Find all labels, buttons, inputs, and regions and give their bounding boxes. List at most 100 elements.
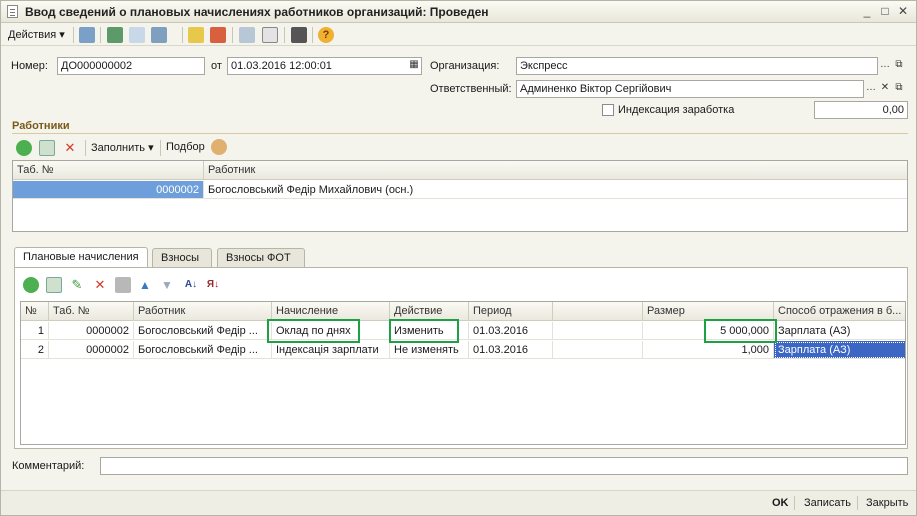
toolbar-separator <box>312 27 313 43</box>
copy-row-icon[interactable] <box>39 140 55 156</box>
accruals-panel: ✎ ✕ ▲ ▼ A↓ Я↓ № Таб. № Работник Начислен… <box>14 267 908 449</box>
ok-button[interactable]: OK <box>772 497 789 509</box>
maximize-button[interactable]: □ <box>877 4 893 20</box>
cell-reflection-method[interactable]: Зарплата (АЗ) <box>774 322 905 340</box>
close-button[interactable]: Закрыть <box>866 497 908 509</box>
indexation-field[interactable]: 0,00 <box>814 101 908 119</box>
responsible-label: Ответственный: <box>430 83 512 95</box>
move-down-icon[interactable]: ▼ <box>159 277 175 293</box>
fill-menu[interactable]: Заполнить ▾ <box>91 141 154 154</box>
toolbar-separator <box>85 140 86 156</box>
cell-tab-number[interactable]: 0000002 <box>13 181 204 199</box>
cell-reflection-method[interactable]: Зарплата (АЗ) <box>774 341 905 359</box>
move-up-icon[interactable]: ▲ <box>137 277 153 293</box>
refresh-icon[interactable] <box>107 27 123 43</box>
comment-field[interactable] <box>100 457 908 475</box>
column-header-worker[interactable]: Работник <box>134 302 272 321</box>
go-to-icon[interactable] <box>151 27 167 43</box>
section-divider <box>12 133 908 134</box>
post-and-close-icon[interactable] <box>79 27 95 43</box>
cell-action[interactable]: Изменить <box>390 322 469 340</box>
organization-select-button[interactable]: … <box>878 58 892 75</box>
cell-period[interactable]: 01.03.2016 <box>469 341 553 359</box>
close-window-button[interactable]: ✕ <box>895 4 911 20</box>
cell-extra[interactable] <box>553 322 643 340</box>
edit-icon[interactable]: ✎ <box>69 277 85 293</box>
bottom-bar: OK Записать Закрыть <box>1 490 916 515</box>
cell-accrual[interactable]: Оклад по днях <box>272 322 390 340</box>
add-icon[interactable] <box>23 277 39 293</box>
tab-contributions-fot[interactable]: Взносы ФОТ <box>217 248 305 267</box>
pick-button[interactable]: Подбор <box>166 141 205 153</box>
fill-menu-label: Заполнить <box>91 142 146 154</box>
delete-icon[interactable]: ✕ <box>62 140 78 156</box>
document-window: Ввод сведений о плановых начислениях раб… <box>0 0 917 516</box>
organization-label: Организация: <box>430 60 500 72</box>
title-bar: Ввод сведений о плановых начислениях раб… <box>1 1 916 23</box>
date-field[interactable]: 01.03.2016 12:00:01 <box>227 57 422 75</box>
print-icon[interactable] <box>262 27 278 43</box>
cell-accrual[interactable]: Індексація зарплати <box>272 341 390 359</box>
column-header-period[interactable]: Период <box>469 302 553 321</box>
responsible-open-button[interactable]: ⧉ <box>892 81 906 98</box>
copy-row-icon[interactable] <box>46 277 62 293</box>
clear-icon[interactable]: ✕ <box>878 81 892 98</box>
cell-size[interactable]: 5 000,000 <box>643 322 774 340</box>
toolbar-separator <box>232 27 233 43</box>
main-toolbar: Действия ▾ ? <box>1 24 916 46</box>
responsible-select-button[interactable]: … <box>864 81 878 98</box>
cell-number[interactable]: 2 <box>21 341 49 359</box>
cell-extra[interactable] <box>553 341 643 359</box>
cell-action[interactable]: Не изменять <box>390 341 469 359</box>
copy-icon[interactable] <box>129 27 145 43</box>
cell-tab-number[interactable]: 0000002 <box>49 341 134 359</box>
sort-descending-icon[interactable]: Я↓ <box>205 277 221 293</box>
number-field[interactable]: ДО000000002 <box>57 57 205 75</box>
post-document-icon[interactable] <box>188 27 204 43</box>
add-icon[interactable] <box>16 140 32 156</box>
unpost-document-icon[interactable] <box>210 27 226 43</box>
minimize-button[interactable]: _ <box>859 4 875 20</box>
organization-field[interactable]: Экспресс <box>516 57 878 75</box>
column-header-reflection-method[interactable]: Способ отражения в б... <box>774 302 905 321</box>
actions-menu-label: Действия <box>8 29 57 41</box>
cell-number[interactable]: 1 <box>21 322 49 340</box>
button-separator <box>794 496 795 510</box>
sort-ascending-icon[interactable]: A↓ <box>183 277 199 293</box>
accruals-table: № Таб. № Работник Начисление Действие Пе… <box>20 301 906 445</box>
column-header-size[interactable]: Размер <box>643 302 774 321</box>
column-header-tab-number[interactable]: Таб. № <box>49 302 134 321</box>
preview-icon[interactable] <box>239 27 255 43</box>
tab-planned-accruals[interactable]: Плановые начисления <box>14 247 148 268</box>
structure-icon[interactable] <box>291 27 307 43</box>
cell-tab-number[interactable]: 0000002 <box>49 322 134 340</box>
workers-section-title: Работники <box>12 120 70 132</box>
column-header-action[interactable]: Действие <box>390 302 469 321</box>
end-edit-icon[interactable] <box>115 277 131 293</box>
cell-size[interactable]: 1,000 <box>643 341 774 359</box>
tab-contributions[interactable]: Взносы <box>152 248 212 267</box>
cell-worker[interactable]: Богословський Федір ... <box>134 322 272 340</box>
column-header-accrual[interactable]: Начисление <box>272 302 390 321</box>
cell-worker-name[interactable]: Богословський Федір Михайлович (осн.) <box>204 181 907 199</box>
cell-worker[interactable]: Богословський Федір ... <box>134 341 272 359</box>
column-header-number[interactable]: № <box>21 302 49 321</box>
delete-icon[interactable]: ✕ <box>92 277 108 293</box>
column-header-tab-number[interactable]: Таб. № <box>13 161 204 180</box>
toolbar-separator <box>73 27 74 43</box>
cell-period[interactable]: 01.03.2016 <box>469 322 553 340</box>
column-header-extra[interactable] <box>553 302 643 321</box>
workers-table: Таб. № Работник 0000002 Богословський Фе… <box>12 160 908 232</box>
user-pick-icon[interactable] <box>211 139 227 155</box>
responsible-field[interactable]: Админенко Віктор Сергійович <box>516 80 864 98</box>
indexation-checkbox[interactable] <box>602 104 614 116</box>
toolbar-separator <box>160 140 161 156</box>
save-button[interactable]: Записать <box>804 497 851 509</box>
actions-menu[interactable]: Действия ▾ <box>8 28 65 41</box>
organization-open-button[interactable]: ⧉ <box>892 58 906 75</box>
toolbar-separator <box>284 27 285 43</box>
number-label: Номер: <box>11 60 48 72</box>
column-header-worker[interactable]: Работник <box>204 161 907 180</box>
help-icon[interactable]: ? <box>318 27 334 43</box>
calendar-icon[interactable]: ▦ <box>407 58 421 75</box>
